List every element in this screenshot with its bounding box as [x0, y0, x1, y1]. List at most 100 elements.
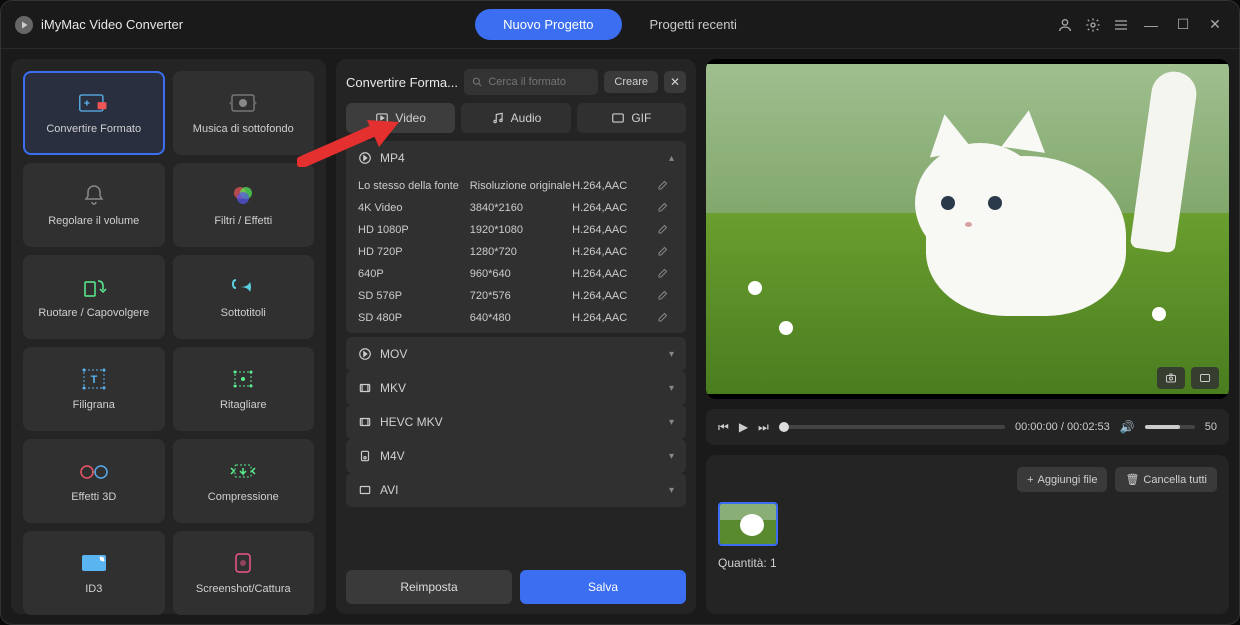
time-display: 00:00:00 / 00:02:53: [1015, 421, 1110, 433]
play-button[interactable]: ▶: [739, 420, 748, 434]
crop-icon: [227, 367, 259, 391]
preset-row[interactable]: HD 1080P1920*1080H.264,AAC: [358, 219, 674, 241]
prev-button[interactable]: ⏮: [718, 420, 729, 435]
tool-label: Screenshot/Cattura: [196, 583, 291, 595]
preset-resolution: 1280*720: [470, 246, 572, 258]
tab-new-project[interactable]: Nuovo Progetto: [475, 9, 621, 40]
edit-icon[interactable]: [656, 268, 674, 280]
tool-background-music[interactable]: Musica di sottofondo: [173, 71, 315, 155]
add-file-button[interactable]: + Aggiungi file: [1017, 467, 1107, 492]
reset-button[interactable]: Reimposta: [346, 570, 512, 604]
user-icon[interactable]: [1057, 17, 1073, 33]
preset-row[interactable]: 640P960*640H.264,AAC: [358, 263, 674, 285]
preset-name: HD 720P: [358, 246, 470, 258]
fullscreen-button[interactable]: [1191, 367, 1219, 389]
preset-row[interactable]: Lo stesso della fonteRisoluzione origina…: [358, 175, 674, 197]
edit-icon[interactable]: [656, 224, 674, 236]
video-icon: [375, 111, 389, 125]
edit-icon[interactable]: [656, 246, 674, 258]
save-button[interactable]: Salva: [520, 570, 686, 604]
tool-filters-effects[interactable]: Filtri / Effetti: [173, 163, 315, 247]
filter-icon: [227, 183, 259, 207]
preset-codec: H.264,AAC: [572, 180, 656, 192]
tab-video[interactable]: Video: [346, 103, 455, 133]
tool-label: Compressione: [208, 491, 279, 503]
preset-codec: H.264,AAC: [572, 246, 656, 258]
volume-icon[interactable]: 🔊: [1120, 420, 1135, 434]
preset-row[interactable]: SD 480P640*480H.264,AAC: [358, 307, 674, 329]
tool-3d-effects[interactable]: Effetti 3D: [23, 439, 165, 523]
player-controls: ⏮ ▶ ⏭ 00:00:00 / 00:02:53 🔊 50: [706, 409, 1229, 445]
format-icon: [358, 347, 372, 361]
format-icon: [358, 381, 372, 395]
chevron-down-icon: ▾: [669, 383, 674, 394]
format-icon: [358, 415, 372, 429]
tab-gif[interactable]: GIF: [577, 103, 686, 133]
chevron-down-icon: ▾: [669, 417, 674, 428]
format-name: MOV: [380, 347, 407, 361]
tool-convert-format[interactable]: Convertire Formato: [23, 71, 165, 155]
format-group-header[interactable]: HEVC MKV ▾: [346, 405, 686, 439]
plus-icon: +: [1027, 474, 1033, 486]
format-name: MP4: [380, 151, 405, 165]
format-group-header[interactable]: MKV ▾: [346, 371, 686, 405]
chevron-up-icon: ▴: [669, 153, 674, 164]
app-title: iMyMac Video Converter: [41, 17, 183, 32]
tool-id3[interactable]: ID3: [23, 531, 165, 615]
format-group-header[interactable]: AVI▾: [346, 473, 686, 507]
audio-icon: [491, 111, 505, 125]
menu-icon[interactable]: [1113, 17, 1129, 33]
format-panel: Convertire Forma... Creare ✕ Video Audio: [336, 59, 696, 614]
minimize-button[interactable]: —: [1141, 17, 1161, 33]
tool-crop[interactable]: Ritagliare: [173, 347, 315, 431]
tool-watermark[interactable]: T Filigrana: [23, 347, 165, 431]
tool-label: ID3: [85, 583, 102, 595]
tool-screenshot[interactable]: Screenshot/Cattura: [173, 531, 315, 615]
tab-label: Video: [395, 111, 425, 125]
preset-resolution: 720*576: [470, 290, 572, 302]
next-button[interactable]: ⏭: [758, 420, 769, 435]
tool-subtitles[interactable]: Sottotitoli: [173, 255, 315, 339]
search-input[interactable]: [488, 76, 590, 88]
tool-rotate-flip[interactable]: Ruotare / Capovolgere: [23, 255, 165, 339]
create-button[interactable]: Creare: [604, 71, 658, 93]
maximize-button[interactable]: ☐: [1173, 16, 1193, 33]
preset-row[interactable]: SD 576P720*576H.264,AAC: [358, 285, 674, 307]
trash-icon: 🗑: [1125, 473, 1139, 486]
format-name: MKV: [380, 381, 406, 395]
tool-label: Sottotitoli: [221, 307, 266, 319]
screenshot-icon: [227, 551, 259, 575]
volume-slider[interactable]: [1145, 425, 1195, 429]
tab-recent-projects[interactable]: Progetti recenti: [622, 9, 765, 40]
file-thumbnail[interactable]: [718, 502, 778, 546]
tool-label: Filigrana: [73, 399, 115, 411]
scrubber[interactable]: [779, 425, 1005, 429]
tool-label: Regolare il volume: [48, 215, 139, 227]
format-group-header[interactable]: MOV▾: [346, 337, 686, 371]
tool-compression[interactable]: Compressione: [173, 439, 315, 523]
tab-audio[interactable]: Audio: [461, 103, 570, 133]
edit-icon[interactable]: [656, 202, 674, 214]
tab-label: Audio: [511, 111, 542, 125]
format-group-header[interactable]: MP4 ▴: [346, 141, 686, 175]
tool-label: Effetti 3D: [71, 491, 116, 503]
close-panel-button[interactable]: ✕: [664, 71, 686, 93]
music-icon: [227, 91, 259, 115]
search-input-wrapper[interactable]: [464, 69, 598, 95]
preset-row[interactable]: HD 720P1280*720H.264,AAC: [358, 241, 674, 263]
preset-name: Lo stesso della fonte: [358, 180, 470, 192]
format-group-header[interactable]: M4V▾: [346, 439, 686, 473]
chevron-down-icon: ▾: [669, 451, 674, 462]
preset-codec: H.264,AAC: [572, 312, 656, 324]
preset-row[interactable]: 4K Video3840*2160H.264,AAC: [358, 197, 674, 219]
snapshot-button[interactable]: [1157, 367, 1185, 389]
edit-icon[interactable]: [656, 290, 674, 302]
edit-icon[interactable]: [656, 180, 674, 192]
edit-icon[interactable]: [656, 312, 674, 324]
gear-icon[interactable]: [1085, 17, 1101, 33]
preset-resolution: 3840*2160: [470, 202, 572, 214]
format-name: HEVC MKV: [380, 415, 443, 429]
clear-all-button[interactable]: 🗑 Cancella tutti: [1115, 467, 1217, 492]
tool-adjust-volume[interactable]: Regolare il volume: [23, 163, 165, 247]
close-button[interactable]: ✕: [1205, 16, 1225, 33]
